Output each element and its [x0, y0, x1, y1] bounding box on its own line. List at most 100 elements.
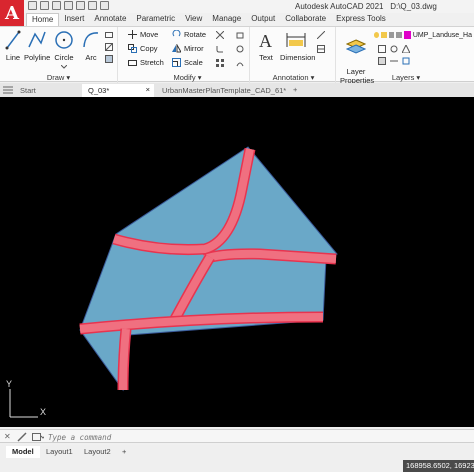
undo-icon[interactable]	[88, 1, 97, 10]
text-icon: A	[259, 31, 272, 51]
close-icon[interactable]: ×	[146, 85, 150, 94]
layer-plot-icon	[396, 32, 402, 38]
fillet-icon[interactable]	[216, 45, 224, 53]
copy-label: Copy	[140, 44, 158, 53]
command-line: ✕	[0, 429, 474, 443]
polyline-button[interactable]: Polyline	[24, 29, 50, 62]
stretch-button[interactable]: Stretch	[128, 58, 164, 67]
layer-tool-icon-6[interactable]	[402, 57, 410, 65]
layers-group: Layer Properties UMP_Landuse_Ha Layers ▾	[338, 27, 474, 85]
tab-parametric[interactable]: Parametric	[131, 13, 180, 26]
recent-commands-icon[interactable]	[32, 433, 44, 441]
app-name: Autodesk AutoCAD 2021	[295, 2, 384, 11]
arc-button[interactable]: Arc	[80, 29, 102, 62]
mirror-label: Mirror	[184, 44, 204, 53]
chevron-down-icon[interactable]	[60, 64, 68, 69]
document-tabs: Start Q_03* × UrbanMasterPlanTemplate_CA…	[0, 83, 474, 97]
status-bar: Model Layout1 Layout2 + 168958.6502, 169…	[0, 445, 474, 472]
save-icon[interactable]	[52, 1, 61, 10]
layer-tool-icon-3[interactable]	[402, 45, 410, 53]
scale-button[interactable]: Scale	[172, 58, 203, 67]
quick-access-toolbar	[28, 1, 109, 10]
rectangle-icon[interactable]	[105, 31, 113, 39]
file-name: D:\Q_03.dwg	[390, 2, 437, 11]
drawing-canvas[interactable]: Y X	[0, 97, 474, 427]
array-icon[interactable]	[216, 59, 224, 67]
polyline-icon	[28, 31, 46, 48]
modify-group-title[interactable]: Modify ▾	[126, 73, 249, 82]
save-as-icon[interactable]	[64, 1, 73, 10]
tab-layout1[interactable]: Layout1	[40, 446, 79, 458]
dimension-icon	[286, 33, 306, 47]
layer-dropdown[interactable]: UMP_Landuse_Ha	[374, 30, 472, 40]
copy-button[interactable]: Copy	[128, 44, 158, 53]
layer-tool-icon-4[interactable]	[378, 57, 386, 65]
ucs-y-label: Y	[6, 379, 12, 389]
annotation-group-label: Annotation	[272, 73, 309, 82]
annotation-group: A Text Dimension Annotation ▾	[252, 27, 336, 83]
stretch-label: Stretch	[140, 58, 164, 67]
tab-urban-template[interactable]: UrbanMasterPlanTemplate_CAD_61*	[156, 84, 288, 97]
layers-group-title[interactable]: Layers ▾	[338, 73, 474, 82]
tab-view[interactable]: View	[180, 13, 207, 26]
tab-insert[interactable]: Insert	[59, 13, 89, 26]
polyline-label: Polyline	[24, 53, 51, 62]
move-button[interactable]: Move	[128, 30, 158, 39]
layer-tool-icon[interactable]	[378, 45, 386, 53]
stretch-icon	[128, 60, 137, 66]
road-east[interactable]	[203, 249, 337, 263]
trim-icon[interactable]	[216, 31, 224, 39]
tab-collaborate[interactable]: Collaborate	[280, 13, 331, 26]
close-icon[interactable]: ✕	[4, 432, 11, 441]
line-button[interactable]: Line	[2, 29, 24, 62]
layer-tool-icon-2[interactable]	[390, 45, 398, 53]
text-button[interactable]: A Text	[254, 29, 278, 62]
line-icon	[5, 30, 21, 50]
circle-button[interactable]: Circle	[52, 29, 76, 71]
autocad-logo[interactable]: A	[0, 0, 24, 26]
tab-annotate[interactable]: Annotate	[89, 13, 131, 26]
open-file-icon[interactable]	[40, 1, 49, 10]
gradient-icon[interactable]	[105, 55, 113, 63]
hamburger-menu-icon[interactable]	[3, 86, 13, 94]
rotate-button[interactable]: Rotate	[172, 30, 206, 39]
command-input[interactable]	[48, 433, 428, 442]
modify-group-label: Modify	[173, 73, 196, 82]
tab-manage[interactable]: Manage	[207, 13, 246, 26]
mirror-button[interactable]: Mirror	[172, 44, 204, 53]
circle-label: Circle	[54, 53, 74, 62]
plot-icon[interactable]	[76, 1, 85, 10]
road-southwest[interactable]	[119, 328, 130, 391]
tab-layout2[interactable]: Layout2	[78, 446, 117, 458]
move-icon	[128, 30, 137, 39]
scale-label: Scale	[184, 58, 203, 67]
drawing-svg[interactable]: Y X	[0, 97, 474, 427]
ucs-x-label: X	[40, 407, 46, 417]
annotation-group-title[interactable]: Annotation ▾	[252, 73, 335, 82]
new-tab-button[interactable]: +	[290, 84, 304, 97]
offset-icon[interactable]	[236, 59, 244, 67]
new-file-icon[interactable]	[28, 1, 37, 10]
erase-icon[interactable]	[236, 31, 244, 39]
hatch-icon[interactable]	[105, 43, 113, 51]
dimension-button[interactable]: Dimension	[280, 29, 316, 62]
customize-icon[interactable]	[17, 432, 27, 442]
tab-start[interactable]: Start	[14, 84, 80, 97]
redo-icon[interactable]	[100, 1, 109, 10]
copy-icon	[128, 44, 137, 53]
circle-icon	[55, 31, 73, 49]
draw-group-title[interactable]: Draw ▾	[0, 73, 117, 82]
tab-express-tools[interactable]: Express Tools	[331, 13, 391, 26]
tab-q03[interactable]: Q_03* ×	[82, 84, 154, 97]
draw-group-label: Draw	[46, 73, 65, 82]
tab-home[interactable]: Home	[26, 13, 60, 26]
table-icon[interactable]	[317, 45, 325, 53]
explode-icon[interactable]	[236, 45, 244, 53]
leader-icon[interactable]	[317, 31, 325, 39]
coordinates-readout[interactable]: 168958.6502, 169235...	[403, 460, 474, 472]
add-layout-button[interactable]: +	[116, 446, 132, 458]
dimension-label: Dimension	[280, 53, 316, 62]
tab-model[interactable]: Model	[6, 446, 40, 458]
tab-output[interactable]: Output	[246, 13, 280, 26]
layer-tool-icon-5[interactable]	[390, 57, 398, 65]
